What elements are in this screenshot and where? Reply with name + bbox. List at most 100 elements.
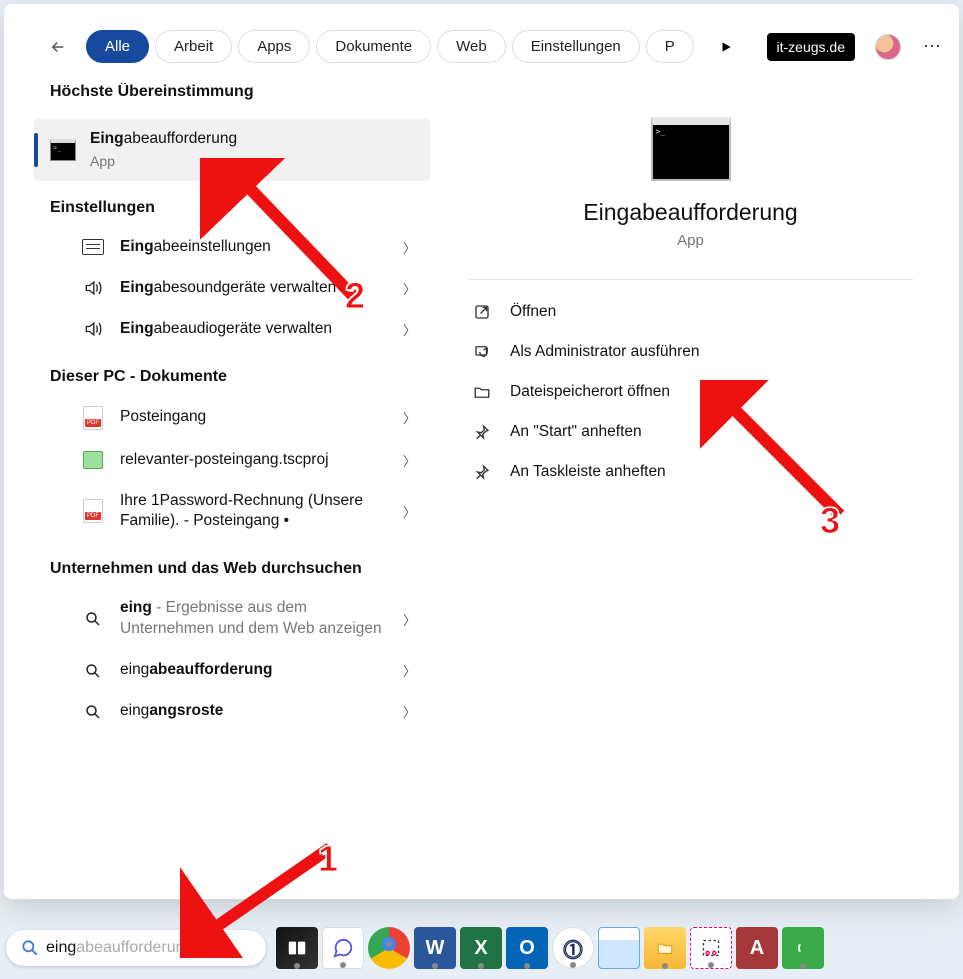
back-button[interactable] xyxy=(44,33,72,61)
action-label: Öffnen xyxy=(510,303,556,321)
taskbar: eingabeaufforderung W X O ⓵ A xyxy=(0,917,963,979)
action-pin-start[interactable]: An "Start" anheften xyxy=(468,412,913,452)
action-label: Als Administrator ausführen xyxy=(510,343,700,361)
arrow-left-icon xyxy=(49,38,67,56)
annotation-number-1: 1 xyxy=(318,838,338,880)
chevron-right-icon: 〉 xyxy=(403,502,416,521)
speaker-icon xyxy=(83,319,103,339)
chevron-right-icon: 〉 xyxy=(403,451,416,470)
chevron-right-icon: 〉 xyxy=(403,238,416,257)
search-icon xyxy=(84,662,102,680)
taskbar-word[interactable]: W xyxy=(414,927,456,969)
taskbar-snipping[interactable] xyxy=(690,927,732,969)
search-typed: eing xyxy=(46,939,76,957)
taskbar-outlook[interactable]: O xyxy=(506,927,548,969)
chip-more[interactable]: P xyxy=(646,30,694,63)
more-button[interactable]: ⋯ xyxy=(923,36,941,57)
annotation-number-3: 3 xyxy=(820,500,840,542)
chip-settings[interactable]: Einstellungen xyxy=(512,30,640,63)
annotation-number-2: 2 xyxy=(345,275,365,317)
taskview-icon xyxy=(286,937,308,959)
search-panel: Alle Arbeit Apps Dokumente Web Einstellu… xyxy=(4,4,959,899)
result-subtitle: App xyxy=(90,152,416,171)
action-pin-taskbar[interactable]: An Taskleiste anheften xyxy=(468,452,913,492)
chevron-right-icon: 〉 xyxy=(403,661,416,680)
result-web-roste[interactable]: eingangsroste 〉 xyxy=(34,691,430,732)
result-web-generic[interactable]: eing - Ergebnisse aus dem Unternehmen un… xyxy=(34,588,430,650)
cmd-icon xyxy=(50,139,76,161)
section-best-match: Höchste Übereinstimmung xyxy=(4,83,444,119)
preview-pane: Eingabeaufforderung App Öffnen Als Admin… xyxy=(444,83,959,899)
preview-title: Eingabeaufforderung xyxy=(468,199,913,226)
pin-icon xyxy=(473,463,491,481)
chip-all[interactable]: Alle xyxy=(86,30,149,63)
snip-icon xyxy=(701,938,721,958)
preview-app-icon xyxy=(651,117,731,181)
shield-icon xyxy=(473,343,491,361)
chip-documents[interactable]: Dokumente xyxy=(316,30,431,63)
user-avatar[interactable] xyxy=(875,34,901,60)
chip-apps[interactable]: Apps xyxy=(238,30,310,63)
open-icon xyxy=(473,303,491,321)
camtasia-icon xyxy=(792,937,814,959)
search-icon xyxy=(20,938,40,958)
chevron-right-icon: 〉 xyxy=(403,320,416,339)
taskbar-search[interactable]: eingabeaufforderung xyxy=(6,930,266,966)
action-label: An Taskleiste anheften xyxy=(510,463,666,481)
taskbar-notepad[interactable] xyxy=(598,927,640,969)
divider xyxy=(468,279,913,280)
taskbar-chrome[interactable] xyxy=(368,927,410,969)
chevron-right-icon: 〉 xyxy=(403,408,416,427)
pin-icon xyxy=(473,423,491,441)
result-doc-invoice[interactable]: Ihre 1Password-Rechnung (Unsere Familie)… xyxy=(34,481,430,543)
action-label: Dateispeicherort öffnen xyxy=(510,383,670,401)
site-badge[interactable]: it-zeugs.de xyxy=(767,33,855,61)
result-best-match[interactable]: Eingabeaufforderung App xyxy=(34,119,430,181)
preview-card: Eingabeaufforderung App Öffnen Als Admin… xyxy=(450,87,931,522)
speaker-icon xyxy=(83,278,103,298)
result-settings-input[interactable]: Eingabeeinstellungen 〉 xyxy=(34,227,430,268)
result-doc-inbox[interactable]: Posteingang 〉 xyxy=(34,396,430,440)
play-icon xyxy=(719,40,733,54)
taskbar-taskview[interactable] xyxy=(276,927,318,969)
search-ghost-text: abeaufforderung xyxy=(76,939,193,957)
taskbar-camtasia[interactable] xyxy=(782,927,824,969)
pdf-icon xyxy=(83,406,103,430)
pdf-icon xyxy=(83,499,103,523)
taskbar-chat[interactable] xyxy=(322,927,364,969)
taskbar-access[interactable]: A xyxy=(736,927,778,969)
section-documents: Dieser PC - Dokumente xyxy=(4,368,444,396)
scroll-chips-right[interactable] xyxy=(712,40,740,54)
result-doc-proj[interactable]: relevanter-posteingang.tscproj 〉 xyxy=(34,440,430,481)
keyboard-icon xyxy=(82,239,104,255)
chip-web[interactable]: Web xyxy=(437,30,506,63)
search-icon xyxy=(84,703,102,721)
result-settings-sound-in[interactable]: Eingabesoundgeräte verwalten 〉 xyxy=(34,268,430,309)
action-open[interactable]: Öffnen xyxy=(468,292,913,332)
chip-work[interactable]: Arbeit xyxy=(155,30,232,63)
chevron-right-icon: 〉 xyxy=(403,279,416,298)
chat-icon xyxy=(332,937,354,959)
section-web: Unternehmen und das Web durchsuchen xyxy=(4,560,444,588)
folder-icon xyxy=(654,939,676,957)
result-web-cmd[interactable]: eingabeaufforderung 〉 xyxy=(34,650,430,691)
results-list: Höchste Übereinstimmung Eingabeaufforder… xyxy=(4,83,444,899)
project-file-icon xyxy=(83,451,103,469)
taskbar-explorer[interactable] xyxy=(644,927,686,969)
taskbar-excel[interactable]: X xyxy=(460,927,502,969)
result-settings-audio-in[interactable]: Eingabeaudiogeräte verwalten 〉 xyxy=(34,309,430,350)
taskbar-1password[interactable]: ⓵ xyxy=(552,927,594,969)
action-open-location[interactable]: Dateispeicherort öffnen xyxy=(468,372,913,412)
action-label: An "Start" anheften xyxy=(510,423,642,441)
search-icon xyxy=(84,610,102,628)
filter-chips: Alle Arbeit Apps Dokumente Web Einstellu… xyxy=(86,30,694,63)
result-title: Eingabeaufforderung xyxy=(90,130,237,147)
section-settings: Einstellungen xyxy=(4,199,444,227)
preview-subtitle: App xyxy=(468,232,913,249)
top-bar: Alle Arbeit Apps Dokumente Web Einstellu… xyxy=(4,4,959,83)
folder-icon xyxy=(473,383,491,401)
action-run-as-admin[interactable]: Als Administrator ausführen xyxy=(468,332,913,372)
chevron-right-icon: 〉 xyxy=(403,610,416,629)
chevron-right-icon: 〉 xyxy=(403,702,416,721)
search-input[interactable] xyxy=(193,939,252,957)
